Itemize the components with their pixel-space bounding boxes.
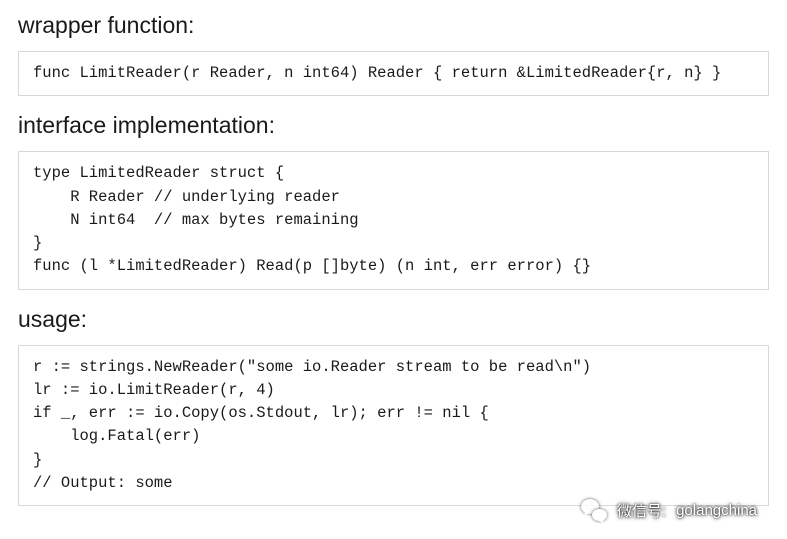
watermark-label: 微信号: xyxy=(617,500,666,521)
watermark-account: golangchina xyxy=(676,502,757,519)
heading-usage: usage: xyxy=(18,306,769,333)
wechat-icon xyxy=(581,499,607,521)
code-block-usage: r := strings.NewReader("some io.Reader s… xyxy=(18,345,769,507)
code-block-wrapper: func LimitReader(r Reader, n int64) Read… xyxy=(18,51,769,96)
watermark: 微信号: golangchina xyxy=(581,499,757,521)
heading-wrapper-function: wrapper function: xyxy=(18,12,769,39)
document-container: wrapper function: func LimitReader(r Rea… xyxy=(0,0,787,534)
code-block-interface: type LimitedReader struct { R Reader // … xyxy=(18,151,769,289)
heading-interface-implementation: interface implementation: xyxy=(18,112,769,139)
